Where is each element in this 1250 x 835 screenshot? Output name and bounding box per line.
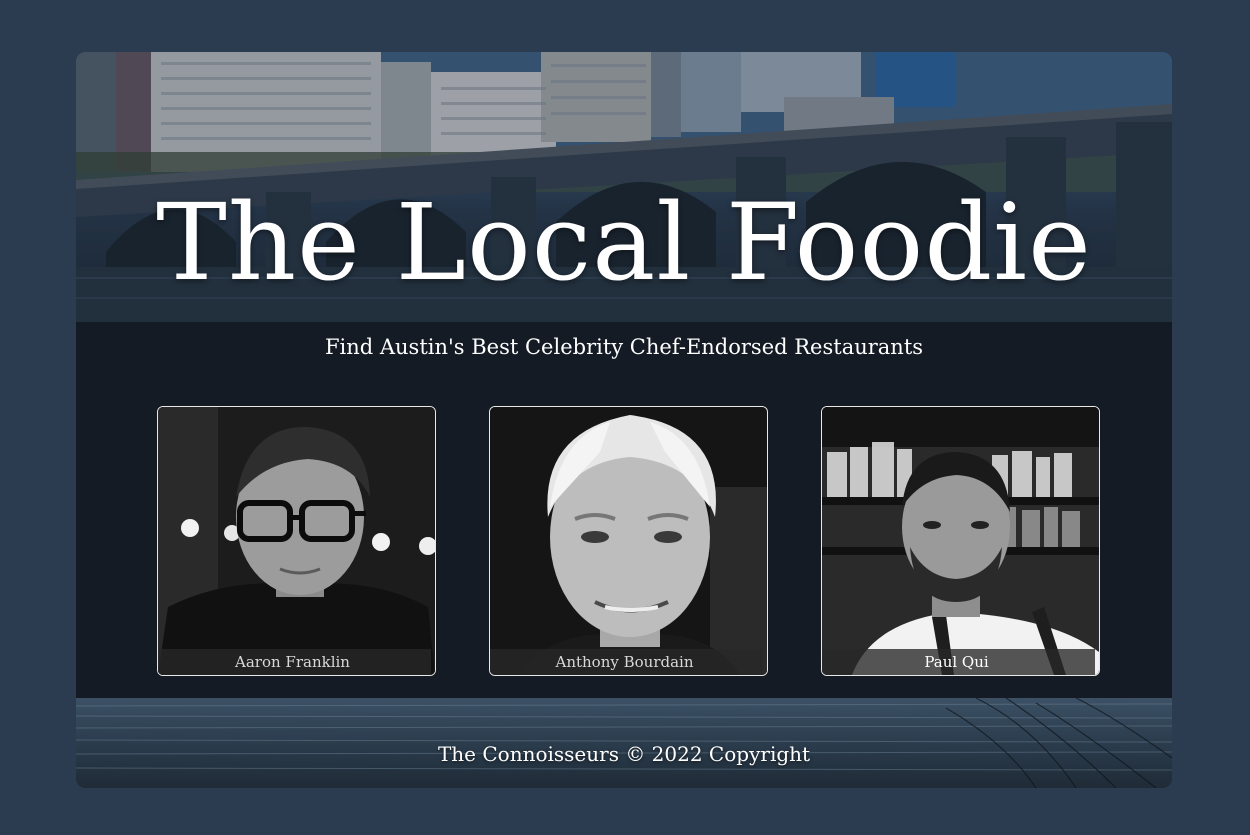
chef-photo [490, 407, 767, 675]
hero-banner: The Local Foodie [76, 52, 1172, 322]
chef-photo [822, 407, 1099, 675]
chef-name: Anthony Bourdain [490, 649, 763, 675]
tagline: Find Austin's Best Celebrity Chef-Endors… [324, 335, 924, 359]
chef-card-paul-qui[interactable]: Paul Qui [821, 406, 1100, 676]
chef-card-anthony-bourdain[interactable]: Anthony Bourdain [489, 406, 768, 676]
chef-name: Aaron Franklin [158, 649, 431, 675]
site-title: The Local Foodie [156, 181, 1092, 304]
footer: The Connoisseurs © 2022 Copyright [76, 698, 1172, 788]
chef-photo [158, 407, 435, 675]
copyright-text: The Connoisseurs © 2022 Copyright [437, 742, 811, 766]
main-card: The Local Foodie Find Austin's Best Cele… [76, 52, 1172, 788]
chef-name: Paul Qui [822, 649, 1095, 675]
chef-card-aaron-franklin[interactable]: Aaron Franklin [157, 406, 436, 676]
